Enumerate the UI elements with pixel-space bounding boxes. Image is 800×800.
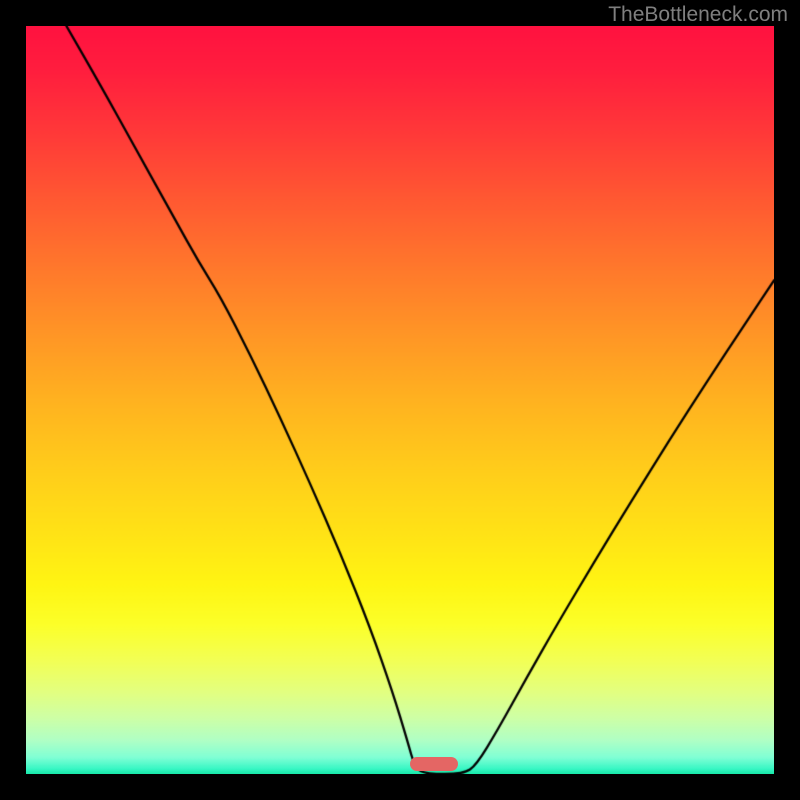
sweet-spot-marker bbox=[410, 757, 458, 771]
watermark-text: TheBottleneck.com bbox=[608, 3, 788, 27]
gradient-background bbox=[26, 26, 774, 774]
chart-frame: TheBottleneck.com bbox=[0, 0, 800, 800]
